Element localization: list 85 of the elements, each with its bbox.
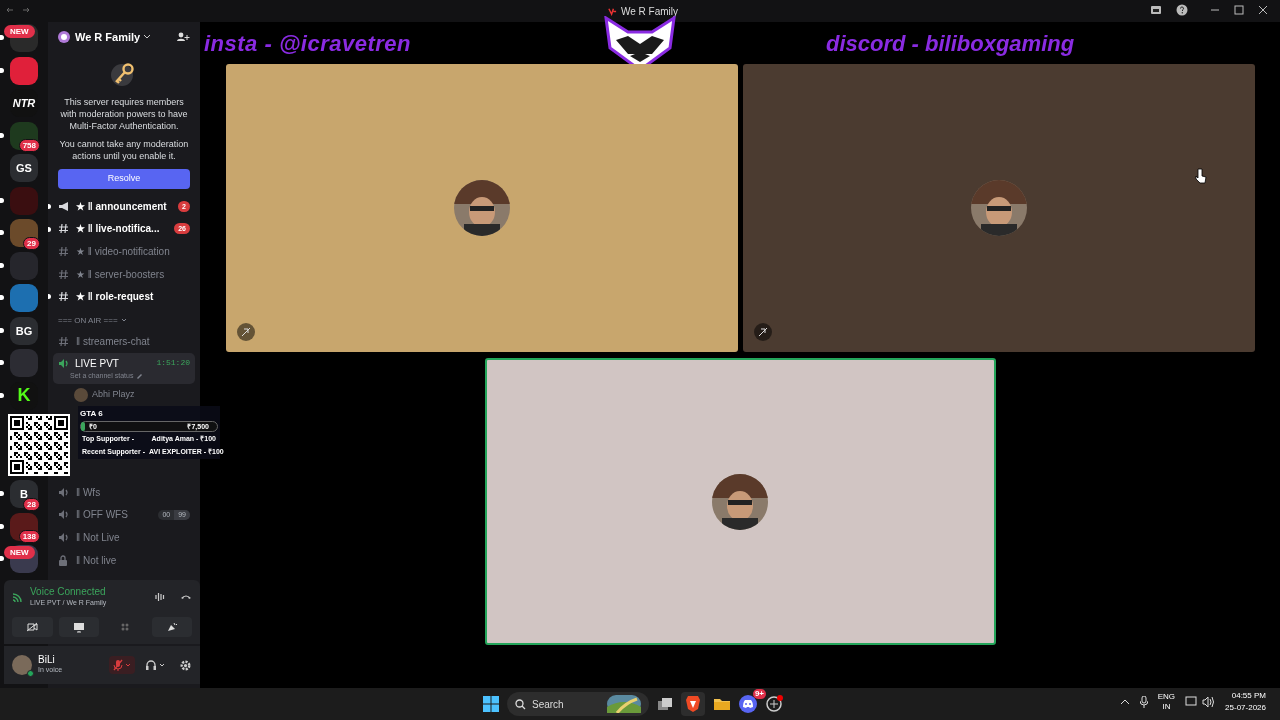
muted-indicator-icon: [754, 323, 772, 341]
soundwave-icon[interactable]: [154, 591, 166, 604]
window-title: We R Family: [621, 5, 679, 19]
game-label: GTA 6: [80, 408, 103, 421]
clock-date[interactable]: 25-07-2026: [1225, 702, 1266, 714]
chat-app-icon[interactable]: [739, 695, 757, 713]
task-view-icon[interactable]: [657, 697, 673, 711]
browser-icon[interactable]: [681, 692, 705, 716]
username: BiLi: [38, 654, 56, 666]
qr-code: [8, 414, 70, 476]
notification-badge: 138: [18, 530, 40, 543]
search-placeholder: Search: [532, 697, 564, 712]
channel-name: LIVE PVT: [75, 356, 119, 371]
search-field[interactable]: Search: [507, 692, 649, 716]
unread-indicator: [48, 294, 51, 300]
chevron-up-icon[interactable]: [1119, 699, 1130, 705]
soundboard-icon: [165, 620, 178, 633]
server-icon[interactable]: GS: [10, 154, 38, 183]
channel-item[interactable]: ★ ‖ video-notification: [48, 240, 200, 263]
camera-off-icon: [26, 620, 39, 633]
video-tile[interactable]: [743, 64, 1255, 352]
pencil-icon: [136, 372, 144, 380]
discord-handle: discord - biliboxgaming: [826, 30, 1075, 58]
notification-badge: NEW: [4, 546, 35, 559]
channel-item[interactable]: ★ ‖ server-boosters: [48, 262, 200, 286]
voice-connected-label: Voice Connected: [30, 586, 107, 598]
hand-cursor-icon: [1195, 168, 1207, 184]
language-code[interactable]: ENG: [1157, 692, 1176, 702]
channel-item[interactable]: ‖ Wfs: [48, 481, 200, 504]
server-icon[interactable]: K: [10, 381, 38, 410]
channel-item[interactable]: ‖ streamers-chat: [48, 329, 200, 353]
app-icon[interactable]: [765, 695, 783, 713]
video-tile[interactable]: [484, 358, 996, 645]
maximize-icon[interactable]: [1234, 5, 1244, 15]
category-header[interactable]: === ON AIR ===: [58, 314, 118, 327]
search-icon: [515, 698, 526, 710]
headphones-icon: [145, 659, 157, 671]
notice-text: This server requires members with moderation powers to have Multi-Factor Authentication.: [59, 96, 189, 132]
inbox-icon[interactable]: [1150, 4, 1162, 16]
resolve-button[interactable]: Resolve: [58, 169, 190, 189]
signal-icon: [12, 591, 24, 604]
notification-badge: 9+: [752, 689, 766, 699]
region-code[interactable]: IN: [1162, 702, 1171, 712]
member-name[interactable]: Abhi Playz: [92, 388, 135, 402]
server-logo-icon: [608, 7, 617, 16]
channel-item[interactable]: ★ ‖ role-request: [48, 285, 200, 308]
unread-indicator: [48, 226, 51, 232]
help-icon[interactable]: [1176, 4, 1188, 16]
folder-icon[interactable]: [713, 697, 731, 711]
chevron-down-icon: [143, 34, 152, 40]
network-volume-icon[interactable]: [1185, 696, 1216, 708]
close-icon[interactable]: [1258, 5, 1268, 15]
chevron-down-icon: [159, 663, 165, 667]
notification-badge: NEW: [4, 25, 35, 38]
server-icon[interactable]: NTR: [10, 89, 38, 118]
muted-indicator-icon: [237, 323, 255, 341]
unread-indicator: [48, 204, 51, 209]
server-icon[interactable]: BG: [10, 316, 38, 345]
channel-item[interactable]: ‖ Not Live: [48, 526, 200, 549]
notice-text: You cannot take any moderation actions until you enable it.: [58, 138, 190, 162]
start-icon[interactable]: [483, 696, 499, 712]
video-tile[interactable]: [226, 64, 738, 352]
microphone-muted-icon: [113, 659, 123, 671]
settings-icon[interactable]: [179, 658, 192, 672]
chevron-down-icon: [120, 318, 127, 324]
screen-share-button[interactable]: [58, 616, 99, 637]
camera-off-button[interactable]: [12, 616, 53, 637]
user-avatar[interactable]: [12, 655, 32, 675]
screen-share-icon: [72, 620, 85, 633]
server-name-dropdown[interactable]: We R Family: [75, 28, 152, 46]
call-timer: 1:51:20: [156, 357, 190, 370]
server-icon[interactable]: [10, 219, 38, 248]
microphone-button[interactable]: [109, 656, 135, 674]
notification-badge: 758: [18, 139, 40, 152]
instagram-handle: insta - @icravetren: [204, 30, 412, 58]
microphone-icon[interactable]: [1139, 696, 1148, 708]
clock-time[interactable]: 04:55 PM: [1231, 690, 1266, 702]
speaker-icon: [58, 357, 70, 369]
navigation-arrows-icon[interactable]: [6, 6, 30, 14]
avatar: [74, 388, 88, 403]
channel-item[interactable]: ‖ Not live: [48, 548, 200, 572]
invite-member-icon[interactable]: [176, 32, 190, 42]
chevron-down-icon: [125, 663, 131, 667]
soundboard-button[interactable]: [151, 616, 192, 637]
server-logo-icon: [58, 31, 70, 43]
